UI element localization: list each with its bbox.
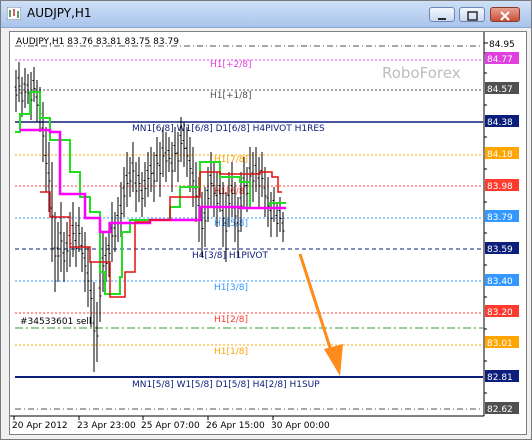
price-axis-tags: 84.95 84.77 84.57 84.38 84.18 83.98 83.79 83.59… [484,40,519,415]
symbol-quote-header: AUDJPY,H1 83.76 83.81 83.75 83.79 [16,37,179,47]
time-label: 23 Apr 23:00 [77,421,136,431]
price-tag-label: 83.20 [487,308,513,318]
level-label-l38: H1[3/8] [214,283,248,293]
time-label: 26 Apr 15:00 [206,421,265,431]
price-chart[interactable]: AUDJPY,H1 83.76 83.81 83.75 83.79 RoboFo… [10,32,526,434]
price-tag-label: 82.81 [487,373,513,383]
price-tag-label: 82.62 [487,405,513,415]
price-tag-label: 84.95 [489,40,515,50]
minimize-button[interactable] [429,7,455,22]
price-tag-label: 83.59 [487,245,513,255]
watermark-logo: RoboForex [382,64,461,82]
level-label-p18: H1[+1/8] [210,91,252,101]
price-tag-label: 83.40 [487,277,513,287]
chart-app-icon [7,7,21,20]
level-label-pivot: H4[3/8] H1PIVOT [192,251,269,261]
time-label: 30 Apr 00:00 [271,421,330,431]
price-tag-label: 84.57 [487,85,513,95]
time-label: 25 Apr 07:00 [141,421,200,431]
forecast-arrow [298,253,343,376]
minimize-icon [438,18,446,20]
maximize-button[interactable] [459,7,485,22]
level-label-l68: H1[6/8] [214,187,248,197]
price-tag-label: 84.18 [487,150,513,160]
price-tag-label: 83.98 [487,182,513,192]
close-icon [500,11,510,21]
level-label-sup: MN1[5/8] W1[5/8] D1[5/8] H4[2/8] H1SUP [132,380,320,390]
price-tag-label: 84.77 [487,55,513,65]
close-button[interactable] [490,7,520,22]
price-tag-label: 84.38 [487,118,513,128]
time-label: 20 Apr 2012 [12,421,68,431]
maximize-icon [467,11,478,21]
level-label-l58: H1[5/8] [214,219,248,229]
price-tag-label: 83.01 [487,339,513,349]
order-label: #34533601 sell [20,317,91,327]
time-axis-labels: 20 Apr 2012 23 Apr 23:00 25 Apr 07:00 26 Ap… [12,416,330,431]
window-title: AUDJPY,H1 [27,6,92,20]
level-label-p28: H1[+2/8] [210,60,252,70]
price-tag-label: 83.79 [487,213,513,223]
level-label-l18: H1[1/8] [214,347,248,357]
chart-window: AUDJPY,H1 AUDJPY,H1 83.76 83.81 83.75 83… [0,0,532,440]
level-label-res: MN1[6/8] W1[6/8] D1[6/8] H4PIVOT H1RES [132,124,325,134]
level-label-l28: H1[2/8] [214,315,248,325]
chart-area[interactable]: AUDJPY,H1 83.76 83.81 83.75 83.79 RoboFo… [9,31,527,435]
title-bar[interactable]: AUDJPY,H1 [1,1,531,28]
